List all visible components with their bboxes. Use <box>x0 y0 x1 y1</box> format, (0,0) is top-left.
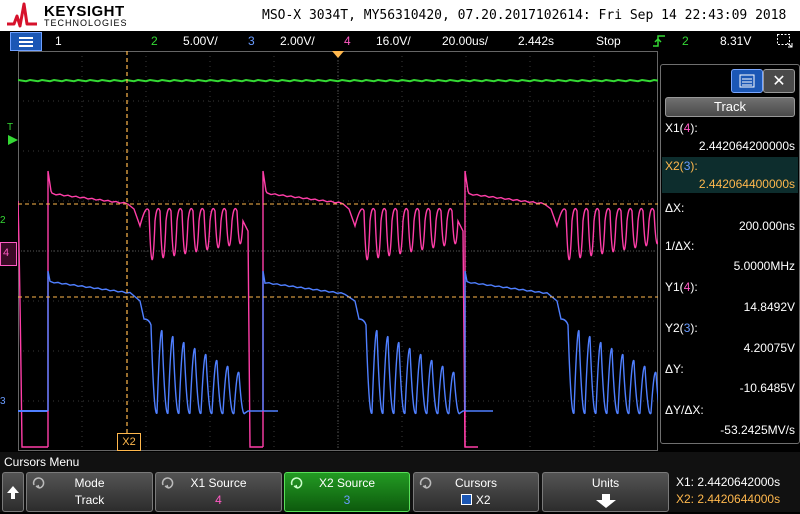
ch4-scale[interactable]: 16.0V/ <box>376 34 411 48</box>
x1-label: X1(4): <box>665 121 698 135</box>
ch2-scale[interactable]: 5.00V/ <box>183 34 218 48</box>
x2-label: X2(3): <box>665 159 698 173</box>
cursor-readout-summary: X1: 2.4420642000s X2: 2.4420644000s <box>672 472 798 510</box>
inv-dx-label: 1/ΔX: <box>665 239 695 253</box>
cursors-value: X2 <box>475 493 491 507</box>
ch2-label[interactable]: 2 <box>151 34 158 48</box>
x1-source-value: 4 <box>215 493 222 507</box>
dx-label: ΔX: <box>665 201 685 215</box>
cursors-label: Cursors <box>454 476 497 490</box>
cursors-softkey[interactable]: Cursors X2 <box>413 472 539 512</box>
trigger-level-arrow-icon <box>8 135 18 145</box>
ch3-trace <box>47 270 278 415</box>
x2-cursor-label[interactable]: X2 <box>117 433 141 451</box>
dx-value: 200.000ns <box>738 219 795 233</box>
waveform-display[interactable] <box>18 51 658 451</box>
inv-dx-value: 5.0000MHz <box>733 259 795 273</box>
screen-capture-icon[interactable] <box>776 33 794 49</box>
trigger-marker: T <box>7 122 14 133</box>
trigger-level[interactable]: 8.31V <box>720 34 751 48</box>
mode-softkey-label: Mode <box>74 476 105 490</box>
units-label: Units <box>591 476 620 490</box>
y2-value: 4.20075V <box>743 341 795 355</box>
softkey-menu-title: Cursors Menu <box>4 455 80 469</box>
trigger-channel[interactable]: 2 <box>682 34 689 48</box>
ch4-ground-marker-box[interactable]: 4 <box>0 242 17 266</box>
ch3-ground-marker[interactable]: 3 <box>0 396 6 407</box>
x2-source-softkey[interactable]: X2 Source 3 <box>284 472 410 512</box>
panel-close-button[interactable]: ✕ <box>763 69 795 93</box>
dydx-value: -53.2425MV/s <box>720 423 795 437</box>
y1-value: 14.8492V <box>743 300 795 314</box>
ch3-label[interactable]: 3 <box>248 34 255 48</box>
readout-x2: X2: 2.4420644000s <box>676 492 781 506</box>
down-arrow-icon <box>596 494 616 508</box>
main-menu-button[interactable] <box>10 32 42 51</box>
cursor-readout-panel: ✕ Track X1(4): 2.442064200000s X2(3): 2.… <box>660 64 800 444</box>
keysight-wave-icon <box>7 2 37 28</box>
softkey-bar: Cursors Menu Mode Track X1 Source 4 X2 S… <box>0 452 800 512</box>
mode-softkey[interactable]: Mode Track <box>26 472 153 512</box>
brand-subtitle: TECHNOLOGIES <box>44 18 128 28</box>
track-button[interactable]: Track <box>665 97 795 117</box>
run-state[interactable]: Stop <box>596 34 621 48</box>
mode-softkey-value: Track <box>74 493 105 507</box>
instrument-info: MSO-X 3034T, MY56310420, 07.20.201710261… <box>262 8 787 23</box>
keysight-logo: KEYSIGHT TECHNOLOGIES <box>6 2 146 30</box>
x2-value: 2.442064400000s <box>698 177 795 191</box>
panel-menu-button[interactable] <box>731 69 763 93</box>
x2-source-value: 3 <box>343 493 351 507</box>
ch3-trace <box>464 270 658 415</box>
delay[interactable]: 2.442s <box>518 34 554 48</box>
dy-label: ΔY: <box>665 362 684 376</box>
status-bar: 1 2 5.00V/ 3 2.00V/ 4 16.0V/ 20.00us/ 2.… <box>0 31 800 51</box>
readout-x1: X1: 2.4420642000s <box>676 475 781 489</box>
x1-source-label: X1 Source <box>190 476 247 490</box>
up-arrow-icon <box>7 486 19 499</box>
trigger-position-marker <box>332 51 344 58</box>
cursor-checkbox[interactable] <box>461 494 473 505</box>
cursors-value-row: X2 <box>414 493 538 507</box>
timebase[interactable]: 20.00us/ <box>442 34 488 48</box>
ch3-scale[interactable]: 2.00V/ <box>280 34 315 48</box>
title-bar: KEYSIGHT TECHNOLOGIES MSO-X 3034T, MY563… <box>0 0 800 31</box>
x1-source-softkey[interactable]: X1 Source 4 <box>155 472 282 512</box>
ch1-label[interactable]: 1 <box>55 34 62 48</box>
x2-source-label: X2 Source <box>318 476 376 490</box>
trigger-edge-icon <box>653 35 665 47</box>
x1-value: 2.442064200000s <box>698 139 795 153</box>
dy-value: -10.6485V <box>739 381 795 395</box>
ch2-trace <box>18 78 658 83</box>
menu-icon <box>739 74 755 88</box>
waveform-graticule <box>18 51 658 451</box>
ch4-label[interactable]: 4 <box>344 34 351 48</box>
dydx-label: ΔY/ΔX: <box>665 403 704 417</box>
ch3-trace <box>262 270 493 415</box>
ch2-ground-marker[interactable]: 2 <box>0 215 6 226</box>
ch4-ground-marker: 4 <box>3 247 10 259</box>
back-button[interactable] <box>2 472 24 512</box>
y2-label: Y2(3): <box>665 321 698 335</box>
units-softkey[interactable]: Units <box>542 472 669 512</box>
y1-label: Y1(4): <box>665 280 698 294</box>
